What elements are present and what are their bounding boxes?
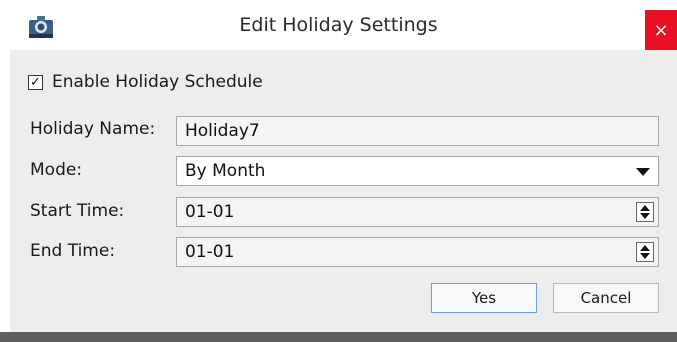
enable-holiday-label: Enable Holiday Schedule — [52, 72, 263, 92]
start-time-spinner[interactable]: 01-01 — [176, 197, 659, 227]
mode-value: By Month — [185, 161, 266, 181]
yes-button[interactable]: Yes — [431, 283, 537, 313]
holiday-name-value: Holiday7 — [185, 121, 260, 141]
mode-select[interactable]: By Month — [176, 156, 659, 186]
close-icon: × — [653, 19, 669, 41]
end-time-value: 01-01 — [185, 242, 235, 262]
end-time-label: End Time: — [30, 241, 116, 261]
spin-up-icon[interactable] — [640, 205, 650, 211]
end-time-spin-buttons[interactable] — [636, 242, 654, 262]
enable-holiday-row[interactable]: ✓ Enable Holiday Schedule — [28, 72, 263, 92]
enable-holiday-checkbox[interactable]: ✓ — [28, 74, 43, 90]
edit-holiday-dialog: Edit Holiday Settings × ✓ Enable Holiday… — [0, 0, 677, 342]
spin-up-icon[interactable] — [640, 245, 650, 251]
holiday-name-label: Holiday Name: — [30, 119, 156, 139]
spin-down-icon[interactable] — [640, 253, 650, 259]
left-border — [0, 50, 10, 342]
checkmark-icon: ✓ — [30, 74, 41, 90]
title-bar[interactable]: Edit Holiday Settings × — [0, 0, 677, 50]
spin-down-icon[interactable] — [640, 213, 650, 219]
dialog-title: Edit Holiday Settings — [239, 14, 438, 36]
holiday-name-input[interactable]: Holiday7 — [176, 116, 659, 146]
start-time-spin-buttons[interactable] — [636, 202, 654, 222]
chevron-down-icon[interactable] — [636, 168, 650, 176]
cancel-button[interactable]: Cancel — [553, 283, 659, 313]
dialog-content: ✓ Enable Holiday Schedule Holiday Name: … — [10, 50, 677, 332]
start-time-value: 01-01 — [185, 202, 235, 222]
end-time-spinner[interactable]: 01-01 — [176, 237, 659, 267]
start-time-label: Start Time: — [30, 201, 125, 221]
close-button[interactable]: × — [645, 10, 677, 50]
bottom-border — [0, 332, 677, 342]
mode-label: Mode: — [30, 160, 83, 180]
